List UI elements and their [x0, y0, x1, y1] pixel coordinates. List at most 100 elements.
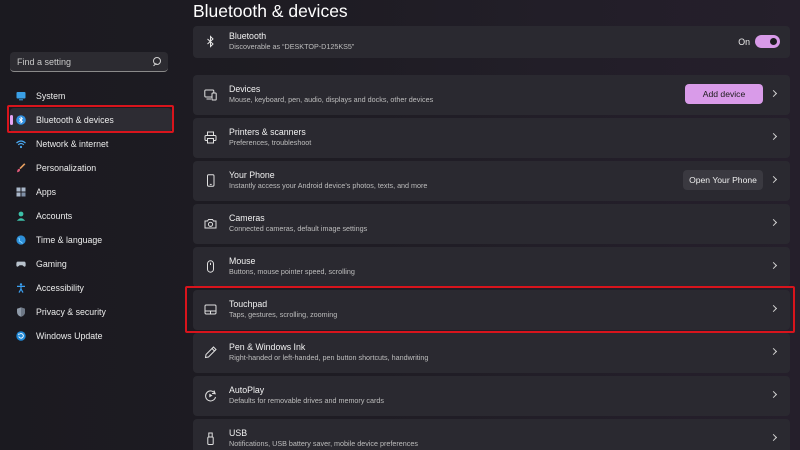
sidebar-item-gaming[interactable]: Gaming [10, 252, 172, 276]
row-subtitle: Instantly access your Android device’s p… [229, 181, 428, 190]
bluetooth-icon [16, 115, 26, 125]
sidebar-item-windows-update[interactable]: Windows Update [10, 324, 172, 348]
devices-icon [204, 88, 217, 101]
autoplay-row[interactable]: AutoPlay Defaults for removable drives a… [193, 376, 790, 416]
bluetooth-toggle[interactable] [755, 35, 780, 48]
chevron-right-icon [769, 89, 778, 98]
chevron-right-icon [769, 304, 778, 313]
gamepad-icon [16, 259, 26, 269]
autoplay-icon [204, 389, 217, 402]
printers-scanners-row[interactable]: Printers & scanners Preferences, trouble… [193, 118, 790, 158]
bluetooth-text: Bluetooth Discoverable as “DESKTOP-D125K… [229, 31, 354, 52]
brush-icon [16, 163, 26, 173]
sidebar-item-label: System [36, 91, 66, 101]
row-subtitle: Notifications, USB battery saver, mobile… [229, 439, 418, 448]
row-title: Printers & scanners [229, 127, 306, 137]
row-text: Printers & scanners Preferences, trouble… [229, 127, 311, 148]
pen-windows-ink-row[interactable]: Pen & Windows Ink Right-handed or left-h… [193, 333, 790, 373]
row-title: Devices [229, 84, 261, 94]
sidebar-item-label: Accessibility [36, 283, 84, 293]
update-icon [16, 331, 26, 341]
add-device-button[interactable]: Add device [685, 84, 763, 104]
printer-icon [204, 131, 217, 144]
devices-row[interactable]: Devices Mouse, keyboard, pen, audio, dis… [193, 75, 790, 115]
row-text: Pen & Windows Ink Right-handed or left-h… [229, 342, 428, 363]
touchpad-icon [204, 303, 217, 316]
chevron-right-icon [769, 261, 778, 270]
sidebar-item-privacy-security[interactable]: Privacy & security [10, 300, 172, 324]
mouse-icon [204, 260, 217, 273]
row-title: Mouse [229, 256, 256, 266]
shield-icon [16, 307, 26, 317]
row-text: Cameras Connected cameras, default image… [229, 213, 367, 234]
search-icon [152, 57, 161, 66]
chevron-right-icon [769, 347, 778, 356]
row-text: AutoPlay Defaults for removable drives a… [229, 385, 384, 406]
bluetooth-icon [204, 35, 217, 48]
row-title: Cameras [229, 213, 265, 223]
sidebar-item-accounts[interactable]: Accounts [10, 204, 172, 228]
accessibility-icon [16, 283, 26, 293]
row-title: Bluetooth [229, 31, 267, 41]
wifi-icon [16, 139, 26, 149]
camera-icon [204, 217, 217, 230]
sidebar-item-label: Windows Update [36, 331, 103, 341]
monitor-icon [16, 91, 26, 101]
row-subtitle: Buttons, mouse pointer speed, scrolling [229, 267, 355, 276]
row-title: Pen & Windows Ink [229, 342, 306, 352]
sidebar-item-accessibility[interactable]: Accessibility [10, 276, 172, 300]
settings-window: Find a setting System Bluetooth & device… [0, 0, 800, 450]
sidebar-item-label: Bluetooth & devices [36, 115, 114, 125]
person-icon [16, 211, 26, 221]
search-input[interactable]: Find a setting [10, 52, 168, 72]
row-subtitle: Discoverable as “DESKTOP-D125KS5” [229, 42, 355, 51]
row-text: Your Phone Instantly access your Android… [229, 170, 427, 191]
usb-row[interactable]: USB Notifications, USB battery saver, mo… [193, 419, 790, 450]
row-subtitle: Preferences, troubleshoot [229, 138, 312, 147]
usb-icon [204, 432, 217, 445]
apps-icon [16, 187, 26, 197]
sidebar-item-time-language[interactable]: Time & language [10, 228, 172, 252]
row-text: Mouse Buttons, mouse pointer speed, scro… [229, 256, 355, 277]
bluetooth-row[interactable]: Bluetooth Discoverable as “DESKTOP-D125K… [193, 26, 790, 58]
row-subtitle: Taps, gestures, scrolling, zooming [229, 310, 338, 319]
chevron-right-icon [769, 175, 778, 184]
your-phone-row[interactable]: Your Phone Instantly access your Android… [193, 161, 790, 201]
chevron-right-icon [769, 433, 778, 442]
row-text: Touchpad Taps, gestures, scrolling, zoom… [229, 299, 337, 320]
row-text: USB Notifications, USB battery saver, mo… [229, 428, 418, 449]
touchpad-row[interactable]: Touchpad Taps, gestures, scrolling, zoom… [193, 290, 790, 330]
sidebar-item-label: Privacy & security [36, 307, 106, 317]
search-placeholder: Find a setting [17, 56, 72, 67]
open-your-phone-button[interactable]: Open Your Phone [683, 170, 763, 190]
row-title: USB [229, 428, 248, 438]
row-subtitle: Mouse, keyboard, pen, audio, displays an… [229, 95, 434, 104]
row-title: Your Phone [229, 170, 275, 180]
chevron-right-icon [769, 390, 778, 399]
row-text: Devices Mouse, keyboard, pen, audio, dis… [229, 84, 433, 105]
row-subtitle: Right-handed or left-handed, pen button … [229, 353, 429, 362]
sidebar-item-label: Network & internet [36, 139, 109, 149]
row-title: Touchpad [229, 299, 268, 309]
sidebar-item-bluetooth-devices[interactable]: Bluetooth & devices [10, 108, 172, 132]
page-title: Bluetooth & devices [193, 1, 348, 21]
sidebar-item-apps[interactable]: Apps [10, 180, 172, 204]
chevron-right-icon [769, 218, 778, 227]
toggle-state-label: On [738, 37, 750, 47]
pen-icon [204, 346, 217, 359]
row-subtitle: Defaults for removable drives and memory… [229, 396, 384, 405]
sidebar-item-network[interactable]: Network & internet [10, 132, 172, 156]
phone-icon [204, 174, 217, 187]
row-title: AutoPlay [229, 385, 265, 395]
sidebar-item-personalization[interactable]: Personalization [10, 156, 172, 180]
sidebar-item-label: Apps [36, 187, 57, 197]
sidebar-item-label: Personalization [36, 163, 97, 173]
sidebar-item-label: Accounts [36, 211, 73, 221]
sidebar-item-label: Gaming [36, 259, 67, 269]
sidebar-nav: System Bluetooth & devices Network & int… [10, 84, 172, 348]
cameras-row[interactable]: Cameras Connected cameras, default image… [193, 204, 790, 244]
row-subtitle: Connected cameras, default image setting… [229, 224, 368, 233]
mouse-row[interactable]: Mouse Buttons, mouse pointer speed, scro… [193, 247, 790, 287]
sidebar-item-system[interactable]: System [10, 84, 172, 108]
sidebar: Find a setting System Bluetooth & device… [0, 0, 180, 450]
